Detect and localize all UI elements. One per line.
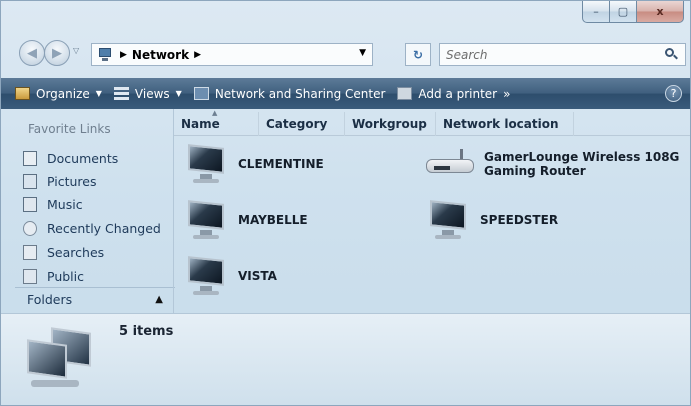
refresh-icon: ↻ — [412, 47, 424, 62]
chevron-up-icon: ▲ — [155, 294, 163, 305]
router-icon — [424, 149, 478, 179]
breadcrumb-chevron-icon[interactable]: ▶ — [194, 50, 201, 60]
favorite-link-label: Documents — [47, 150, 119, 166]
search-icon[interactable] — [665, 47, 679, 62]
column-label: Workgroup — [352, 117, 427, 131]
forward-arrow-icon: ▶ — [52, 45, 62, 61]
column-label: Category — [266, 117, 328, 131]
search-input[interactable] — [440, 44, 665, 65]
views-icon — [113, 87, 129, 100]
favorite-link-label: Music — [47, 196, 83, 212]
device-label: CLEMENTINE — [238, 157, 324, 171]
column-header-name[interactable]: ▲ Name — [174, 109, 259, 136]
address-dropdown-icon[interactable]: ▼ — [359, 48, 366, 58]
command-bar: Organize ▼ Views ▼ Network and Sharing C… — [1, 78, 690, 109]
sort-ascending-icon: ▲ — [212, 109, 218, 117]
network-device-gamerlounge-router[interactable]: GamerLounge Wireless 108G Gaming Router — [424, 149, 679, 179]
minimize-button[interactable]: – — [582, 1, 610, 23]
file-list: ▲ Name Category Workgroup Network locati… — [173, 109, 690, 313]
back-button[interactable]: ◀ — [19, 40, 45, 66]
search-box — [439, 43, 686, 66]
column-label: Name — [181, 117, 220, 131]
column-header-category[interactable]: Category — [259, 112, 345, 136]
views-label: Views — [134, 86, 170, 101]
add-printer-button[interactable]: Add a printer » — [391, 78, 516, 109]
favorite-links-heading: Favorite Links — [28, 122, 111, 136]
help-button[interactable]: ? — [665, 85, 682, 102]
more-commands-icon[interactable]: » — [503, 87, 510, 101]
organize-label: Organize — [36, 86, 90, 101]
favorite-link-documents[interactable]: Documents — [23, 148, 118, 168]
searches-icon — [23, 244, 37, 260]
computer-icon — [182, 143, 230, 185]
device-label: VISTA — [238, 269, 277, 283]
explorer-window: – ▢ x ◀ ▶ ▽ ▶ Network ▶ ▼ ↻ Organize ▼ — [0, 0, 691, 406]
network-device-vista[interactable]: VISTA — [182, 255, 277, 297]
breadcrumb-chevron-icon[interactable]: ▶ — [120, 50, 127, 60]
forward-button[interactable]: ▶ — [44, 40, 70, 66]
computer-icon — [182, 255, 230, 297]
favorite-link-label: Searches — [47, 244, 105, 260]
favorite-link-pictures[interactable]: Pictures — [23, 171, 97, 191]
address-row: ◀ ▶ ▽ ▶ Network ▶ ▼ ↻ — [15, 38, 686, 72]
network-device-maybelle[interactable]: MAYBELLE — [182, 199, 308, 241]
navigation-pane: Favorite Links Documents Pictures Music … — [1, 109, 175, 313]
favorite-link-public[interactable]: Public — [23, 266, 84, 286]
breadcrumb-network[interactable]: Network — [132, 48, 189, 62]
column-headers: ▲ Name Category Workgroup Network locati… — [174, 109, 690, 136]
network-icon — [97, 47, 115, 62]
network-sharing-label: Network and Sharing Center — [214, 86, 386, 101]
public-icon — [23, 268, 37, 284]
folders-toggle[interactable]: Folders ▲ — [15, 287, 175, 311]
network-computers-icon — [21, 327, 107, 392]
music-icon — [23, 196, 37, 212]
maximize-button[interactable]: ▢ — [610, 1, 637, 23]
column-header-network-location[interactable]: Network location — [436, 112, 574, 136]
network-sharing-icon — [193, 87, 209, 100]
favorite-link-searches[interactable]: Searches — [23, 242, 104, 262]
device-label: SPEEDSTER — [480, 213, 559, 227]
chevron-down-icon: ▼ — [95, 89, 102, 98]
address-bar[interactable]: ▶ Network ▶ ▼ — [91, 43, 373, 66]
add-printer-label: Add a printer — [418, 86, 498, 101]
documents-icon — [23, 150, 37, 166]
folders-label: Folders — [27, 292, 73, 307]
favorite-link-music[interactable]: Music — [23, 194, 83, 214]
back-arrow-icon: ◀ — [27, 45, 37, 61]
device-label-line: GamerLounge Wireless 108G — [484, 150, 680, 164]
recently-changed-icon — [23, 220, 37, 236]
pictures-icon — [23, 173, 37, 189]
printer-icon — [397, 87, 413, 100]
device-label-line: Gaming Router — [484, 164, 586, 178]
device-label: GamerLounge Wireless 108G Gaming Router — [484, 150, 679, 178]
recent-pages-dropdown[interactable]: ▽ — [73, 46, 79, 55]
favorite-link-label: Recently Changed — [47, 220, 161, 236]
column-label: Network location — [443, 117, 559, 131]
column-header-workgroup[interactable]: Workgroup — [345, 112, 436, 136]
item-count: 5 items — [119, 324, 174, 339]
computer-icon — [182, 199, 230, 241]
network-device-clementine[interactable]: CLEMENTINE — [182, 143, 324, 185]
window-controls: – ▢ x — [582, 1, 684, 25]
organize-button[interactable]: Organize ▼ — [9, 78, 108, 109]
device-label: MAYBELLE — [238, 213, 308, 227]
close-button[interactable]: x — [637, 1, 684, 23]
network-sharing-center-button[interactable]: Network and Sharing Center — [188, 78, 392, 109]
favorite-link-label: Public — [47, 268, 84, 284]
favorite-link-label: Pictures — [47, 173, 97, 189]
organize-icon — [15, 87, 30, 100]
network-device-speedster[interactable]: SPEEDSTER — [424, 199, 558, 241]
views-button[interactable]: Views ▼ — [108, 78, 188, 109]
details-pane: 5 items — [1, 313, 690, 405]
chevron-down-icon: ▼ — [175, 89, 182, 98]
refresh-button[interactable]: ↻ — [405, 43, 431, 66]
computer-icon — [424, 199, 472, 241]
favorite-link-recently-changed[interactable]: Recently Changed — [23, 218, 161, 238]
